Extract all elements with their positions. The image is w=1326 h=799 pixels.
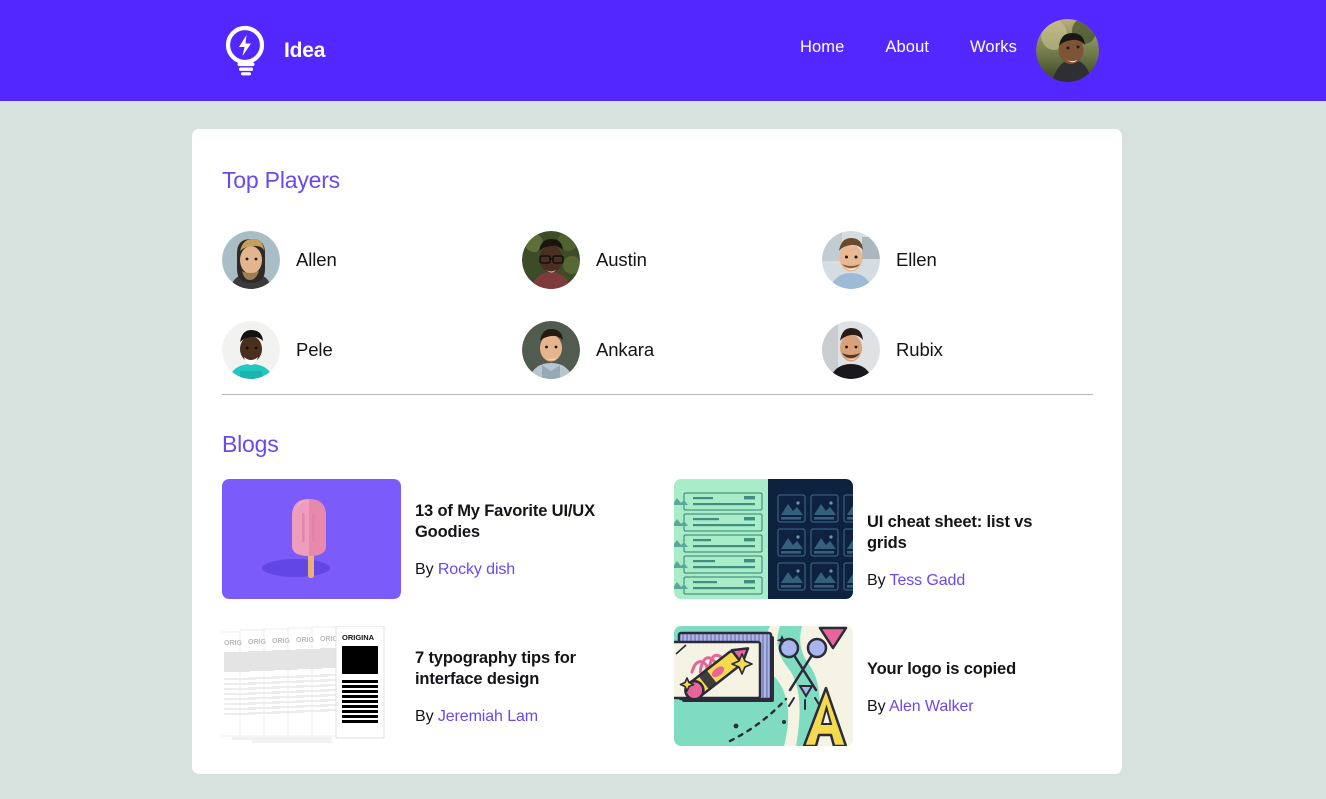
player-name: Rubix	[896, 339, 943, 360]
player-name: Austin	[596, 249, 647, 270]
svg-text:ORIG: ORIG	[296, 637, 314, 644]
blog-title: 7 typography tips for interface design	[415, 649, 576, 689]
player-name: Ellen	[896, 249, 937, 270]
nav-link-about[interactable]: About	[885, 38, 929, 57]
stacked-papers-illustration: ORIG ORIG ORIG ORIG ORIG ORIGINA	[222, 626, 401, 746]
player-name: Pele	[296, 339, 333, 360]
player-item-ankara[interactable]: Ankara	[522, 305, 822, 395]
player-item-allen[interactable]: Allen	[222, 215, 522, 305]
brand-logo[interactable]: Idea	[220, 24, 325, 78]
player-item-rubix[interactable]: Rubix	[822, 305, 1094, 395]
player-name: Ankara	[596, 339, 655, 360]
blog-byline: By Alen Walker	[867, 698, 1016, 716]
player-avatar-austin	[522, 231, 580, 289]
by-label: By	[867, 572, 886, 590]
player-item-ellen[interactable]: Ellen	[822, 215, 1094, 305]
player-name: Allen	[296, 249, 337, 270]
player-avatar-rubix	[822, 321, 880, 379]
blog-title: 13 of My Favorite UI/UX Goodies	[415, 502, 595, 542]
blogs-grid: 13 of My Favorite UI/UX Goodies By Rocky…	[222, 479, 1100, 773]
by-label: By	[415, 708, 434, 726]
user-avatar[interactable]	[1036, 19, 1099, 82]
svg-text:ORIG: ORIG	[224, 640, 242, 647]
player-avatar-ellen	[822, 231, 880, 289]
blog-byline: By Tess Gadd	[867, 572, 1067, 590]
blogs-title: Blogs	[222, 431, 279, 457]
top-players-title: Top Players	[222, 167, 340, 193]
player-item-pele[interactable]: Pele	[222, 305, 522, 395]
blog-author[interactable]: Tess Gadd	[890, 572, 966, 589]
blog-byline: By Jeremiah Lam	[415, 708, 615, 726]
brand-name: Idea	[284, 39, 326, 62]
site-header: Idea Home About Works	[0, 0, 1326, 101]
by-label: By	[867, 698, 886, 716]
blog-author[interactable]: Jeremiah Lam	[438, 708, 538, 725]
blog-title: UI cheat sheet: list vs grids	[867, 513, 1033, 553]
blog-item-popsicle[interactable]: 13 of My Favorite UI/UX Goodies By Rocky…	[222, 479, 674, 626]
svg-text:ORIG: ORIG	[248, 639, 266, 646]
blog-author[interactable]: Alen Walker	[889, 698, 974, 715]
section-divider	[222, 394, 1093, 395]
blog-item-list-vs-grids[interactable]: UI cheat sheet: list vs grids By Tess Ga…	[674, 479, 1100, 626]
lightbulb-lightning-icon	[220, 24, 270, 78]
pencil-scissors-illustration	[674, 626, 853, 746]
svg-text:ORIGINA: ORIGINA	[342, 633, 375, 642]
main-nav: Home About Works	[800, 38, 1017, 57]
popsicle-illustration	[222, 479, 401, 599]
player-avatar-ankara	[522, 321, 580, 379]
player-avatar-pele	[222, 321, 280, 379]
nav-link-home[interactable]: Home	[800, 38, 844, 57]
player-item-austin[interactable]: Austin	[522, 215, 822, 305]
content-card: Top Players Allen Austin Ellen Pele Anka…	[192, 129, 1122, 774]
blog-item-typography[interactable]: ORIG ORIG ORIG ORIG ORIG ORIGINA 7 typog…	[222, 626, 674, 773]
by-label: By	[415, 561, 434, 579]
nav-link-works[interactable]: Works	[970, 38, 1017, 57]
blog-author[interactable]: Rocky dish	[438, 561, 515, 578]
blog-byline: By Rocky dish	[415, 561, 615, 579]
list-vs-grid-illustration	[674, 479, 853, 599]
blog-item-logo-copied[interactable]: Your logo is copied By Alen Walker	[674, 626, 1100, 773]
svg-text:ORIG: ORIG	[272, 638, 290, 645]
blog-title: Your logo is copied	[867, 660, 1017, 678]
players-grid: Allen Austin Ellen Pele Ankara Rubix	[222, 215, 1094, 395]
player-avatar-allen	[222, 231, 280, 289]
